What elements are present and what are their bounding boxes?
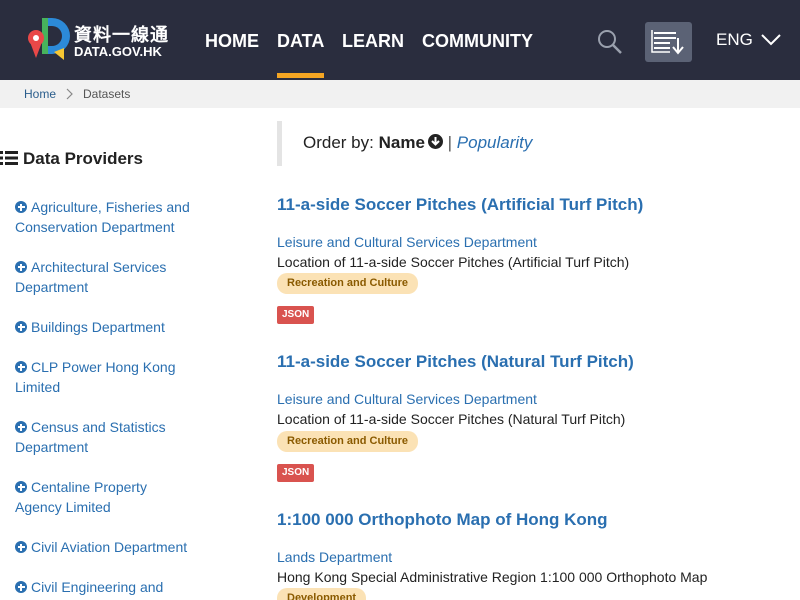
provider-item[interactable]: Buildings Department: [15, 317, 215, 337]
plus-circle-icon: [15, 321, 27, 333]
logo-english-text: DATA.GOV.HK: [74, 44, 162, 59]
plus-circle-icon: [15, 421, 27, 433]
provider-label: Civil Engineering and: [31, 579, 164, 595]
sidebar-title: Data Providers: [0, 149, 143, 169]
order-label: Order by:: [303, 133, 374, 152]
provider-item[interactable]: CLP Power Hong Kong Limited: [15, 357, 215, 397]
provider-label: Department: [15, 439, 89, 455]
format-badge[interactable]: JSON: [277, 464, 315, 482]
provider-label: Department: [15, 279, 89, 295]
nav-home[interactable]: HOME: [205, 31, 259, 52]
dataset-department[interactable]: Lands Department: [277, 549, 392, 565]
provider-label: Agency Limited: [15, 499, 111, 515]
plus-circle-icon: [15, 261, 27, 273]
provider-item[interactable]: Architectural Services Department: [15, 257, 215, 297]
order-controls: Order by: Name | Popularity: [303, 133, 532, 153]
breadcrumb: Home Datasets: [0, 80, 800, 108]
language-selector[interactable]: ENG: [716, 30, 753, 50]
plus-circle-icon: [15, 361, 27, 373]
arrow-down-circle-icon[interactable]: [427, 134, 443, 149]
category-badge[interactable]: Recreation and Culture: [277, 273, 419, 294]
search-icon[interactable]: [596, 28, 624, 56]
download-list-button[interactable]: [645, 22, 692, 62]
provider-label: Centaline Property: [31, 479, 147, 495]
top-navbar: 資料一線通 DATA.GOV.HK HOME DATA LEARN COMMUN…: [0, 0, 800, 80]
provider-item[interactable]: Census and Statistics Department: [15, 417, 215, 457]
provider-label: Limited: [15, 379, 61, 395]
provider-label: Agriculture, Fisheries and: [31, 199, 190, 215]
provider-label: Civil Aviation Department: [31, 539, 188, 555]
plus-circle-icon: [15, 481, 27, 493]
provider-label: CLP Power Hong Kong: [31, 359, 176, 375]
provider-item[interactable]: Centaline Property Agency Limited: [15, 477, 215, 517]
order-bar: Order by: Name | Popularity: [277, 121, 800, 166]
sidebar-title-text: Data Providers: [23, 149, 143, 168]
download-list-icon: [651, 30, 684, 55]
order-by-name[interactable]: Name: [379, 133, 425, 152]
provider-item[interactable]: Civil Aviation Department: [15, 537, 215, 557]
provider-item[interactable]: Civil Engineering and: [15, 577, 215, 597]
order-by-popularity[interactable]: Popularity: [457, 133, 533, 152]
category-badge[interactable]: Recreation and Culture: [277, 431, 419, 452]
provider-item[interactable]: Agriculture, Fisheries and Conservation D…: [15, 197, 215, 237]
dataset-description: Location of 11-a-side Soccer Pitches (Na…: [277, 411, 626, 427]
active-nav-indicator: [277, 73, 324, 78]
chevron-right-icon: [66, 88, 73, 100]
format-badge[interactable]: JSON: [277, 306, 315, 324]
site-logo[interactable]: 資料一線通 DATA.GOV.HK: [24, 14, 174, 66]
dataset-department[interactable]: Leisure and Cultural Services Department: [277, 391, 537, 407]
dataset-title[interactable]: 1:100 000 Orthophoto Map of Hong Kong: [277, 510, 608, 530]
nav-learn[interactable]: LEARN: [342, 31, 404, 52]
provider-label: Architectural Services: [31, 259, 167, 275]
data-logo-icon: [28, 18, 70, 60]
plus-circle-icon: [15, 541, 27, 553]
plus-circle-icon: [15, 201, 27, 213]
provider-label: Conservation Department: [15, 219, 175, 235]
dataset-title[interactable]: 11-a-side Soccer Pitches (Natural Turf P…: [277, 352, 634, 372]
list-icon: [0, 151, 18, 165]
dataset-description: Hong Kong Special Administrative Region …: [277, 569, 708, 585]
provider-label: Census and Statistics: [31, 419, 166, 435]
plus-circle-icon: [15, 581, 27, 593]
nav-data[interactable]: DATA: [277, 31, 324, 52]
breadcrumb-home[interactable]: Home: [24, 87, 56, 101]
dataset-department[interactable]: Leisure and Cultural Services Department: [277, 234, 537, 250]
dataset-title[interactable]: 11-a-side Soccer Pitches (Artificial Tur…: [277, 195, 643, 215]
breadcrumb-current: Datasets: [83, 87, 131, 101]
chevron-down-icon[interactable]: [760, 30, 782, 48]
category-badge[interactable]: Development: [277, 588, 367, 600]
provider-label: Buildings Department: [31, 319, 165, 335]
nav-community[interactable]: COMMUNITY: [422, 31, 533, 52]
dataset-description: Location of 11-a-side Soccer Pitches (Ar…: [277, 254, 630, 270]
order-separator: |: [447, 133, 453, 152]
